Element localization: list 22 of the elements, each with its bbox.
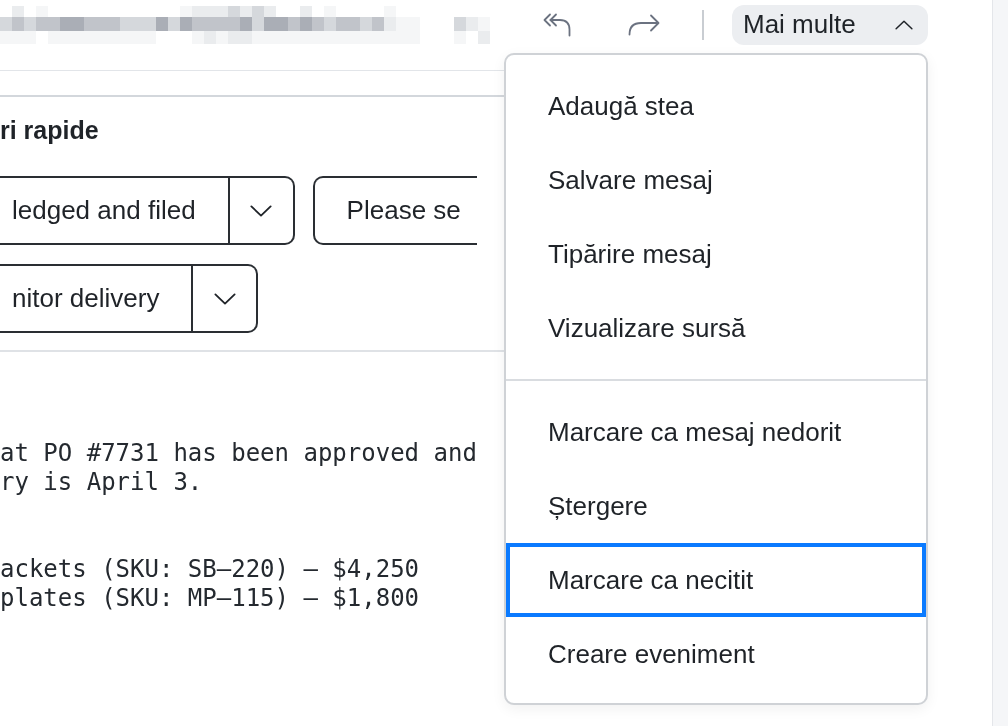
more-button[interactable]: Mai multe [732, 4, 928, 45]
quick-reply-button[interactable]: nitor delivery [0, 266, 192, 331]
menu-item[interactable]: Vizualizare sursă [506, 291, 926, 365]
menu-item[interactable]: Tipărire mesaj [506, 217, 926, 291]
quick-reply-button[interactable]: Please se [312, 176, 477, 245]
menu-item[interactable]: Adaugă stea [506, 69, 926, 143]
chevron-up-icon [895, 19, 913, 30]
menu-item[interactable]: Creare eveniment [506, 617, 926, 691]
menu-item[interactable]: Salvare mesaj [506, 143, 926, 217]
menu-item[interactable]: Marcare ca mesaj nedorit [506, 395, 926, 469]
menu-item[interactable]: Marcare ca necitit [506, 543, 926, 617]
message-line: ry is April 3. [0, 468, 203, 497]
quick-reply-button[interactable]: ledged and filed [0, 178, 228, 243]
forward-icon[interactable] [628, 13, 660, 36]
message-line: plates (SKU: MP–115) — $1,800 [0, 584, 420, 613]
message-line: ackets (SKU: SB–220) — $4,250 [0, 555, 420, 584]
section-heading: ri rapide [0, 116, 99, 144]
message-line: at PO #7731 has been approved and [0, 439, 477, 468]
menu-item[interactable]: Ștergere [506, 469, 926, 543]
reply-all-icon[interactable] [543, 12, 571, 37]
chevron-down-icon [250, 204, 273, 217]
chevron-down-icon [213, 292, 236, 305]
